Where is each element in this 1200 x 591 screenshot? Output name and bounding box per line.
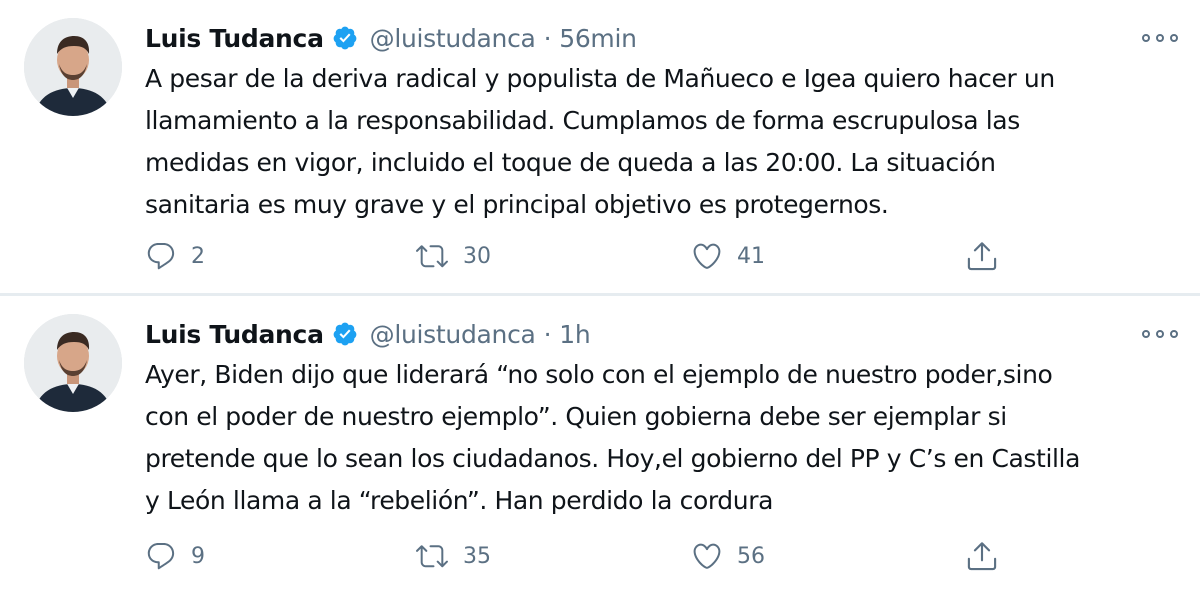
reply-count: 2 xyxy=(191,243,205,269)
heart-icon xyxy=(691,540,723,572)
reply-button[interactable]: 2 xyxy=(145,236,205,276)
tweet-actions: 9 35 56 xyxy=(145,536,1045,576)
heart-icon xyxy=(691,240,723,272)
retweet-count: 30 xyxy=(463,243,491,269)
tweet-text-line: sanitaria es muy grave y el principal ob… xyxy=(145,190,889,219)
like-count: 41 xyxy=(737,243,765,269)
tweet-text-line: Ayer, Biden dijo que liderará “no solo c… xyxy=(145,360,1053,389)
tweet-header: Luis Tudanca @luistudanca · 1h xyxy=(145,316,591,352)
more-options-icon[interactable] xyxy=(1142,28,1178,48)
verified-badge-icon xyxy=(332,25,358,51)
author-handle[interactable]: @luistudanca xyxy=(370,320,536,349)
reply-button[interactable]: 9 xyxy=(145,536,205,576)
author-name[interactable]: Luis Tudanca xyxy=(145,24,324,53)
retweet-button[interactable]: 30 xyxy=(415,236,491,276)
separator-dot: · xyxy=(543,23,552,53)
retweet-count: 35 xyxy=(463,543,491,569)
reply-count: 9 xyxy=(191,543,205,569)
like-count: 56 xyxy=(737,543,765,569)
retweet-icon xyxy=(415,240,449,272)
tweet-feed: Luis Tudanca @luistudanca · 56min A pesa… xyxy=(0,0,1200,591)
tweet-text: A pesar de la deriva radical y populista… xyxy=(145,58,1185,226)
tweet-text-line: pretende que lo sean los ciudadanos. Hoy… xyxy=(145,444,1081,473)
tweet-text-line: y León llama a la “rebelión”. Han perdid… xyxy=(145,486,773,515)
retweet-button[interactable]: 35 xyxy=(415,536,491,576)
tweet-actions: 2 30 41 xyxy=(145,236,1045,276)
author-handle[interactable]: @luistudanca xyxy=(370,24,536,53)
share-button[interactable] xyxy=(965,236,999,276)
tweet-text-line: llamamiento a la responsabilidad. Cumpla… xyxy=(145,106,1020,135)
verified-badge-icon xyxy=(332,321,358,347)
tweet-timestamp[interactable]: 56min xyxy=(559,24,637,53)
avatar-portrait-icon xyxy=(24,314,122,412)
share-icon xyxy=(965,239,999,273)
avatar[interactable] xyxy=(24,18,122,116)
reply-icon xyxy=(145,540,177,572)
like-button[interactable]: 56 xyxy=(691,536,765,576)
tweet-header: Luis Tudanca @luistudanca · 56min xyxy=(145,20,637,56)
avatar[interactable] xyxy=(24,314,122,412)
tweet-text-line: A pesar de la deriva radical y populista… xyxy=(145,64,1055,93)
retweet-icon xyxy=(415,540,449,572)
reply-icon xyxy=(145,240,177,272)
share-button[interactable] xyxy=(965,536,999,576)
separator-dot: · xyxy=(543,319,552,349)
tweet-text-line: con el poder de nuestro ejemplo”. Quien … xyxy=(145,402,1007,431)
tweet-text: Ayer, Biden dijo que liderará “no solo c… xyxy=(145,354,1185,522)
tweet[interactable]: Luis Tudanca @luistudanca · 1h Ayer, Bid… xyxy=(0,296,1200,591)
avatar-portrait-icon xyxy=(24,18,122,116)
tweet-timestamp[interactable]: 1h xyxy=(559,320,590,349)
author-name[interactable]: Luis Tudanca xyxy=(145,320,324,349)
share-icon xyxy=(965,539,999,573)
tweet-text-line: medidas en vigor, incluido el toque de q… xyxy=(145,148,996,177)
tweet[interactable]: Luis Tudanca @luistudanca · 56min A pesa… xyxy=(0,0,1200,293)
more-options-icon[interactable] xyxy=(1142,324,1178,344)
like-button[interactable]: 41 xyxy=(691,236,765,276)
